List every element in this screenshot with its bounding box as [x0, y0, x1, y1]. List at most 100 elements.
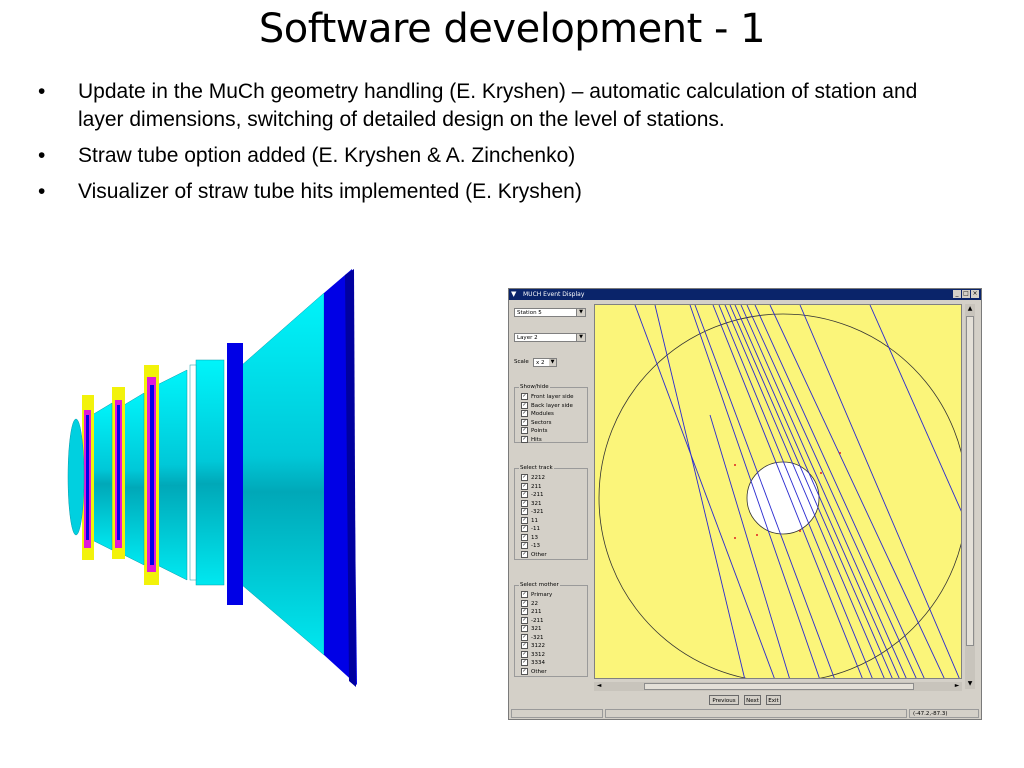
hit-point — [734, 464, 736, 466]
checkbox-label: 321 — [531, 626, 542, 632]
checkbox-check-icon[interactable]: ✓ — [521, 499, 528, 507]
cone-section — [241, 292, 325, 656]
showhide-checkbox[interactable]: ✓ Points — [521, 427, 548, 435]
mother-checkbox[interactable]: ✓ 321 — [521, 625, 542, 633]
checkbox-check-icon[interactable]: ✓ — [521, 659, 528, 666]
scale-select[interactable]: x 2 ▼ — [533, 358, 557, 367]
checkbox-check-icon[interactable]: ✓ — [521, 642, 528, 649]
vertical-scrollbar[interactable]: ▲ ▼ — [965, 304, 975, 689]
scale-select-value: x 2 — [536, 360, 545, 366]
layer-select[interactable]: Layer 2 ▼ — [514, 333, 586, 342]
checkbox-check-icon[interactable]: ✓ — [521, 474, 528, 481]
checkbox-check-icon[interactable]: ✓ — [521, 633, 528, 641]
checkbox-label: -211 — [531, 617, 544, 624]
checkbox-check-icon[interactable]: ✓ — [521, 599, 528, 607]
track-checkbox[interactable]: ✓ 13 — [521, 533, 538, 542]
mother-checkbox[interactable]: ✓ 3312 — [521, 650, 545, 659]
minimize-icon[interactable]: _ — [953, 290, 961, 298]
much-event-display-window: ▼ MUCH Event Display _ □ × Station 5 ▼ L… — [508, 288, 982, 720]
showhide-checkbox[interactable]: ✓ Front layer side — [521, 393, 573, 401]
exit-button[interactable]: Exit — [766, 695, 781, 705]
chevron-down-icon[interactable]: ▼ — [576, 334, 585, 341]
mother-checkbox[interactable]: ✓ -321 — [521, 633, 543, 642]
scroll-left-icon[interactable]: ◄ — [595, 682, 603, 690]
chevron-down-icon[interactable]: ▼ — [576, 309, 585, 316]
checkbox-label: 2212 — [531, 475, 545, 481]
mother-checkbox[interactable]: ✓ 3122 — [521, 642, 545, 650]
event-display-canvas[interactable] — [594, 304, 962, 679]
checkbox-check-icon[interactable]: ✓ — [521, 491, 528, 498]
track-checkbox[interactable]: ✓ -11 — [521, 525, 540, 533]
checkbox-check-icon[interactable]: ✓ — [521, 401, 528, 409]
vertical-scroll-thumb[interactable] — [966, 316, 974, 646]
bullet-list: • Update in the MuCh geometry handling (E… — [38, 78, 938, 214]
horizontal-scrollbar[interactable]: ◄ ► — [594, 682, 962, 691]
checkbox-label: Other — [531, 551, 547, 558]
showhide-checkbox[interactable]: ✓ Hits — [521, 435, 542, 444]
track-checkbox[interactable]: ✓ 211 — [521, 482, 542, 491]
checkbox-check-icon[interactable]: ✓ — [521, 616, 528, 624]
checkbox-check-icon[interactable]: ✓ — [521, 393, 528, 400]
showhide-checkbox[interactable]: ✓ Modules — [521, 410, 554, 418]
checkbox-label: -11 — [531, 526, 540, 532]
track-checkbox[interactable]: ✓ -211 — [521, 491, 543, 499]
mother-checkbox[interactable]: ✓ 211 — [521, 608, 542, 616]
checkbox-label: Front layer side — [531, 394, 574, 400]
window-menu-icon[interactable]: ▼ — [511, 289, 516, 300]
checkbox-label: Points — [531, 428, 548, 434]
checkbox-check-icon[interactable]: ✓ — [521, 533, 528, 541]
close-icon[interactable]: × — [971, 290, 979, 298]
previous-button[interactable]: Previous — [709, 695, 739, 705]
checkbox-check-icon[interactable]: ✓ — [521, 508, 528, 515]
mother-checkbox[interactable]: ✓ 3334 — [521, 659, 545, 667]
track-checkbox[interactable]: ✓ -13 — [521, 542, 540, 550]
checkbox-check-icon[interactable]: ✓ — [521, 482, 528, 490]
bullet-text: Update in the MuCh geometry handling (E.… — [78, 80, 918, 131]
hit-point — [756, 534, 758, 536]
status-field — [511, 709, 603, 718]
checkbox-check-icon[interactable]: ✓ — [521, 591, 528, 598]
track-checkbox[interactable]: ✓ 2212 — [521, 474, 545, 482]
checkbox-check-icon[interactable]: ✓ — [521, 435, 528, 443]
checkbox-check-icon[interactable]: ✓ — [521, 418, 528, 426]
maximize-icon[interactable]: □ — [962, 290, 970, 298]
mother-checkbox[interactable]: ✓ 22 — [521, 599, 538, 608]
bullet-item: • Straw tube option added (E. Kryshen & A… — [38, 142, 938, 170]
checkbox-check-icon[interactable]: ✓ — [521, 667, 528, 675]
showhide-checkbox[interactable]: ✓ Back layer side — [521, 401, 573, 410]
checkbox-check-icon[interactable]: ✓ — [521, 650, 528, 658]
control-panel: Station 5 ▼ Layer 2 ▼ Scale x 2 ▼ Show/h… — [511, 303, 591, 683]
checkbox-label: Back layer side — [531, 402, 573, 409]
window-titlebar[interactable]: ▼ MUCH Event Display _ □ × — [509, 289, 981, 300]
station-3-blue — [150, 385, 154, 565]
checkbox-check-icon[interactable]: ✓ — [521, 410, 528, 417]
checkbox-check-icon[interactable]: ✓ — [521, 608, 528, 615]
checkbox-check-icon[interactable]: ✓ — [521, 427, 528, 434]
checkbox-check-icon[interactable]: ✓ — [521, 542, 528, 549]
mother-checkbox[interactable]: ✓ Other — [521, 667, 547, 676]
next-button[interactable]: Next — [744, 695, 761, 705]
bullet-item: • Visualizer of straw tube hits implement… — [38, 178, 938, 206]
horizontal-scroll-thumb[interactable] — [644, 683, 914, 690]
track-checkbox[interactable]: ✓ 321 — [521, 499, 542, 508]
layer-select-value: Layer 2 — [517, 335, 538, 341]
station-3 — [156, 369, 188, 581]
scroll-down-icon[interactable]: ▼ — [966, 680, 974, 688]
showhide-checkbox[interactable]: ✓ Sectors — [521, 418, 552, 427]
chevron-down-icon[interactable]: ▼ — [549, 359, 556, 366]
checkbox-check-icon[interactable]: ✓ — [521, 550, 528, 558]
checkbox-check-icon[interactable]: ✓ — [521, 516, 528, 524]
scale-label: Scale — [514, 359, 529, 365]
mother-checkbox[interactable]: ✓ -211 — [521, 616, 544, 625]
track-line — [869, 305, 961, 512]
checkbox-check-icon[interactable]: ✓ — [521, 525, 528, 532]
station-select[interactable]: Station 5 ▼ — [514, 308, 586, 317]
track-checkbox[interactable]: ✓ -321 — [521, 508, 543, 516]
track-checkbox[interactable]: ✓ 11 — [521, 516, 538, 525]
track-checkbox[interactable]: ✓ Other — [521, 550, 547, 559]
checkbox-check-icon[interactable]: ✓ — [521, 625, 528, 632]
mother-checkbox[interactable]: ✓ Primary — [521, 591, 552, 599]
scroll-right-icon[interactable]: ► — [953, 682, 961, 690]
scroll-up-icon[interactable]: ▲ — [966, 305, 974, 313]
select-track-group-label: Select track — [519, 465, 554, 472]
